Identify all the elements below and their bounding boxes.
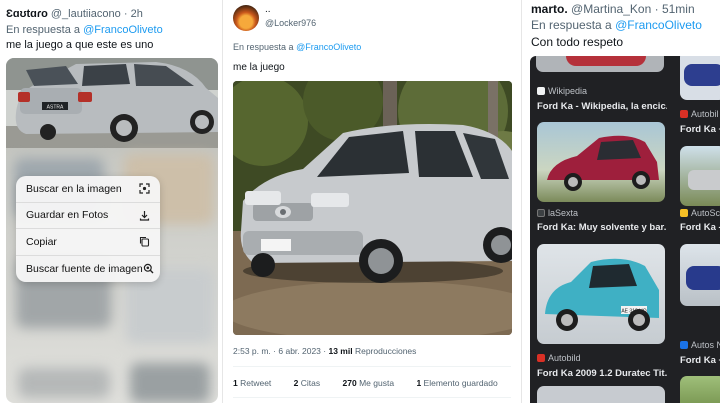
tweet-date[interactable]: 6 abr. 2023	[278, 346, 321, 356]
reply-prefix: En respuesta a	[531, 18, 612, 32]
display-name[interactable]: marto.	[531, 2, 568, 16]
tweet-header: Ɛɑʊtɑɾo @_lautiiacono · 2h	[6, 8, 143, 20]
tweet-text: me la juego a que este es uno	[6, 39, 154, 51]
result-source[interactable]: Autobil	[680, 109, 719, 119]
handle[interactable]: @Martina_Kon	[571, 2, 651, 16]
stat-likes[interactable]: 270 Me gusta	[343, 378, 405, 388]
result-title[interactable]: Ford Ka - Wikipedia, la encic...	[537, 101, 667, 112]
image-search-results: Wikipedia Ford Ka - Wikipedia, la encic.…	[530, 56, 720, 403]
stat-bookmarks[interactable]: 1 Elemento guardado	[416, 378, 507, 388]
autobild-icon	[537, 354, 545, 362]
reply-context: En respuesta a @FrancoOliveto	[233, 42, 361, 52]
menu-item-label: Buscar en la imagen	[26, 182, 122, 195]
result-thumbnail[interactable]	[537, 386, 665, 403]
menu-item-search-image-source[interactable]: Buscar fuente de imagen	[16, 256, 160, 283]
result-source[interactable]: Autos N	[680, 340, 720, 350]
reply-context: En respuesta a @FrancoOliveto	[6, 24, 163, 36]
tweet-text: me la juego	[233, 62, 285, 73]
image-context-menu: Buscar en la imagen Guardar en Fotos Cop…	[16, 176, 160, 282]
result-title[interactable]: Ford Ka 2009 1.2 Duratec Tit...	[537, 368, 667, 379]
plate-label: AE 312 HQ	[621, 309, 646, 315]
menu-item-label: Guardar en Fotos	[26, 209, 109, 222]
divider	[233, 397, 511, 398]
result-title[interactable]: Ford Ka +	[680, 124, 720, 135]
tweet-text: Con todo respeto	[531, 35, 624, 49]
wikipedia-icon	[537, 87, 545, 95]
tweet-meta: 2:53 p. m. · 6 abr. 2023 · 13 mil Reprod…	[233, 346, 417, 356]
display-name[interactable]: Ɛɑʊtɑɾo	[6, 8, 48, 20]
tweet-header: marto. @Martina_Kon · 51min	[531, 2, 695, 16]
menu-item-search-in-image[interactable]: Buscar en la imagen	[16, 176, 160, 203]
timestamp[interactable]: 51min	[662, 2, 695, 16]
views-label: Reproducciones	[354, 346, 417, 356]
tweet-panel-middle: .. @Locker976 En respuesta a @FrancoOliv…	[222, 0, 522, 403]
menu-item-copy[interactable]: Copiar	[16, 229, 160, 256]
display-name[interactable]: ..	[265, 4, 271, 15]
result-source[interactable]: laSexta	[537, 208, 578, 218]
stat-quotes[interactable]: 2 Citas	[294, 378, 330, 388]
tweet-stats: 1 Retweet 2 Citas 270 Me gusta 1 Element…	[233, 378, 518, 388]
result-thumbnail[interactable]: AE 312 HQ	[537, 244, 665, 344]
menu-item-label: Copiar	[26, 235, 57, 248]
car-photo	[233, 81, 512, 335]
menu-item-label: Buscar fuente de imagen	[26, 262, 143, 275]
reply-mention-link[interactable]: @FrancoOliveto	[83, 24, 163, 36]
result-thumbnail[interactable]	[536, 56, 664, 72]
views-count: 13 mil	[328, 346, 353, 356]
search-image-icon	[143, 263, 154, 274]
reply-prefix: En respuesta a	[233, 42, 294, 52]
tweet-photo[interactable]	[233, 81, 512, 335]
tweet-panel-left: Ɛɑʊtɑɾo @_lautiiacono · 2h En respuesta …	[0, 0, 220, 403]
handle[interactable]: @Locker976	[265, 18, 316, 28]
tweet-panel-right: marto. @Martina_Kon · 51min En respuesta…	[524, 0, 720, 403]
timestamp[interactable]: 2h	[131, 8, 143, 20]
handle[interactable]: @_lautiiacono	[51, 8, 121, 20]
result-thumbnail[interactable]	[537, 122, 665, 202]
result-thumbnail[interactable]	[680, 376, 720, 403]
lasexta-icon	[537, 209, 545, 217]
reply-mention-link[interactable]: @FrancoOliveto	[615, 18, 702, 32]
autos-icon	[680, 341, 688, 349]
result-title[interactable]: Ford Ka -	[680, 222, 720, 233]
autoscout-icon	[680, 209, 688, 217]
stat-retweets[interactable]: 1 Retweet	[233, 378, 281, 388]
result-source[interactable]: Autobild	[537, 353, 581, 363]
result-thumbnail[interactable]	[680, 146, 720, 206]
plate-label: ASTRA	[47, 105, 64, 111]
download-icon	[139, 210, 150, 221]
result-thumbnail[interactable]	[680, 56, 720, 100]
reply-prefix: En respuesta a	[6, 24, 80, 36]
result-source[interactable]: AutoSc	[680, 208, 720, 218]
reply-mention-link[interactable]: @FrancoOliveto	[296, 42, 361, 52]
car-photo: ASTRA	[6, 58, 218, 148]
copy-icon	[139, 236, 150, 247]
result-title[interactable]: Ford Ka: Muy solvente y bar...	[537, 222, 667, 233]
result-source[interactable]: Wikipedia	[537, 86, 587, 96]
divider	[233, 366, 511, 367]
tweet-time[interactable]: 2:53 p. m.	[233, 346, 271, 356]
scan-icon	[139, 183, 150, 194]
result-title[interactable]: Ford Ka +	[680, 355, 720, 366]
autobild-icon	[680, 110, 688, 118]
result-thumbnail[interactable]	[680, 244, 720, 306]
menu-item-save-photos[interactable]: Guardar en Fotos	[16, 203, 160, 229]
avatar[interactable]	[233, 5, 259, 31]
reply-context: En respuesta a @FrancoOliveto	[531, 18, 702, 32]
